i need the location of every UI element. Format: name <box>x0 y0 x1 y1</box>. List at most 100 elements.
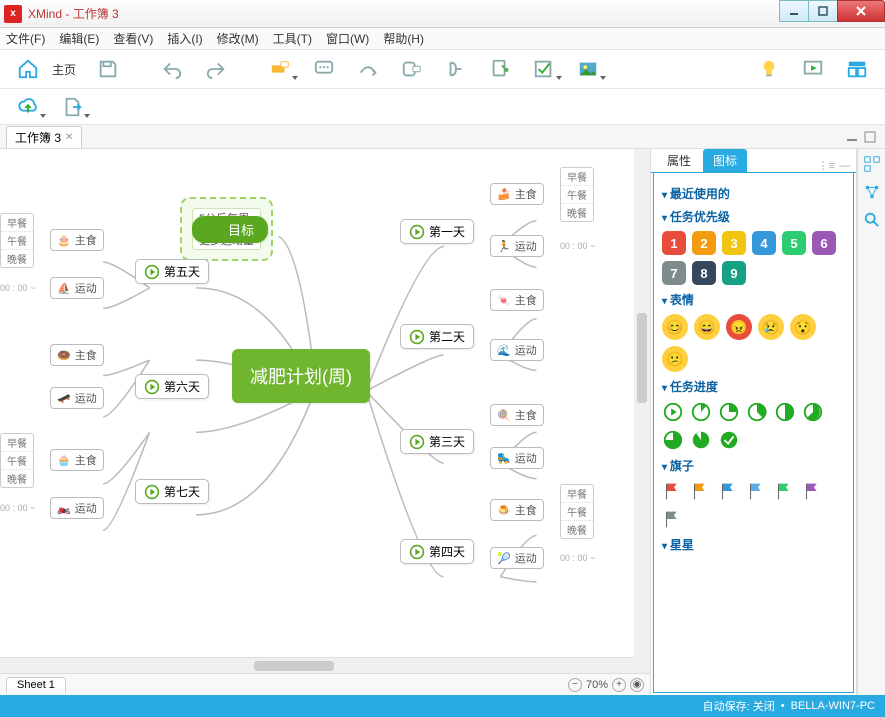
tab-attributes[interactable]: 属性 <box>657 149 701 172</box>
image-button[interactable] <box>568 54 608 84</box>
emoji-surprise[interactable]: 😯 <box>790 314 816 340</box>
progress-0[interactable] <box>662 401 684 423</box>
note-button[interactable] <box>304 54 344 84</box>
structure-icon[interactable] <box>863 183 881 201</box>
attach-button[interactable] <box>480 54 520 84</box>
priority-2[interactable]: 2 <box>692 231 716 255</box>
meals-list[interactable]: 早餐午餐晚餐 <box>0 433 34 488</box>
center-topic[interactable]: 减肥计划(周) <box>232 349 370 403</box>
cloud-upload-button[interactable] <box>8 92 48 122</box>
progress-87[interactable] <box>690 429 712 451</box>
node-sport[interactable]: ⛵ 运动 <box>50 277 104 299</box>
idea-button[interactable] <box>749 54 789 84</box>
maximize-button[interactable] <box>808 0 838 22</box>
node-food[interactable]: 🎂 主食 <box>50 229 104 251</box>
node-food[interactable]: 🍬 主食 <box>490 289 544 311</box>
node-food[interactable]: 🍭 主食 <box>490 404 544 426</box>
present-button[interactable] <box>793 54 833 84</box>
node-sport[interactable]: 🌊 运动 <box>490 339 544 361</box>
vertical-scrollbar[interactable] <box>634 149 650 695</box>
search-icon[interactable] <box>863 211 881 229</box>
section-priority[interactable]: 任务优先级 <box>662 208 845 225</box>
summary-button[interactable] <box>436 54 476 84</box>
canvas[interactable]: 减肥计划(周) 目标 5公斤每周 更多运动量 第一天 第二天 第三天 第四天 第… <box>0 149 651 695</box>
section-recent[interactable]: 最近使用的 <box>662 185 845 202</box>
menu-modify[interactable]: 修改(M) <box>217 30 259 47</box>
emoji-meh[interactable]: 😕 <box>662 346 688 372</box>
flag-purple[interactable] <box>802 480 824 502</box>
node-sport[interactable]: 🏍️ 运动 <box>50 497 104 519</box>
priority-8[interactable]: 8 <box>692 261 716 285</box>
emoji-grin[interactable]: 😄 <box>694 314 720 340</box>
node-day6[interactable]: 第六天 <box>135 374 209 399</box>
maximize-pane-icon[interactable] <box>863 130 877 144</box>
task-button[interactable] <box>524 54 564 84</box>
home-button[interactable] <box>8 54 48 84</box>
section-progress[interactable]: 任务进度 <box>662 378 845 395</box>
menu-tools[interactable]: 工具(T) <box>273 30 312 47</box>
undo-button[interactable] <box>152 54 192 84</box>
goal-node[interactable]: 目标 <box>192 216 268 243</box>
menu-window[interactable]: 窗口(W) <box>326 30 369 47</box>
flag-red[interactable] <box>662 480 684 502</box>
progress-12[interactable] <box>690 401 712 423</box>
zoom-fit-button[interactable]: ◉ <box>630 678 644 692</box>
redo-button[interactable] <box>196 54 236 84</box>
zoom-in-button[interactable]: + <box>612 678 626 692</box>
sidebar-min-icon[interactable]: — <box>839 160 850 172</box>
flag-cyan[interactable] <box>746 480 768 502</box>
layout-button[interactable] <box>837 54 877 84</box>
export-button[interactable] <box>52 92 92 122</box>
menu-view[interactable]: 查看(V) <box>113 30 153 47</box>
menu-help[interactable]: 帮助(H) <box>383 30 424 47</box>
boundary-button[interactable] <box>392 54 432 84</box>
meals-list[interactable]: 早餐午餐晚餐 <box>0 213 34 268</box>
save-button[interactable] <box>88 54 128 84</box>
priority-4[interactable]: 4 <box>752 231 776 255</box>
meals-list[interactable]: 早餐午餐晚餐 <box>560 167 594 222</box>
progress-62[interactable] <box>802 401 824 423</box>
node-day1[interactable]: 第一天 <box>400 219 474 244</box>
section-stars[interactable]: 星星 <box>662 536 845 553</box>
menu-insert[interactable]: 插入(I) <box>167 30 202 47</box>
emoji-cry[interactable]: 😢 <box>758 314 784 340</box>
minimize-pane-icon[interactable] <box>845 130 859 144</box>
menu-file[interactable]: 文件(F) <box>6 30 45 47</box>
progress-75[interactable] <box>662 429 684 451</box>
goal-boundary[interactable]: 目标 5公斤每周 更多运动量 <box>180 197 273 261</box>
section-emotion[interactable]: 表情 <box>662 291 845 308</box>
meals-list[interactable]: 早餐午餐晚餐 <box>560 484 594 539</box>
close-button[interactable] <box>837 0 885 22</box>
menu-edit[interactable]: 编辑(E) <box>59 30 99 47</box>
node-food[interactable]: 🍩 主食 <box>50 344 104 366</box>
progress-37[interactable] <box>746 401 768 423</box>
section-flags[interactable]: 旗子 <box>662 457 845 474</box>
outline-icon[interactable] <box>863 155 881 173</box>
flag-orange[interactable] <box>690 480 712 502</box>
priority-3[interactable]: 3 <box>722 231 746 255</box>
flag-green[interactable] <box>774 480 796 502</box>
node-food[interactable]: 🍮 主食 <box>490 499 544 521</box>
zoom-out-button[interactable]: − <box>568 678 582 692</box>
progress-25[interactable] <box>718 401 740 423</box>
tab-workbook[interactable]: 工作簿 3 ✕ <box>6 126 82 148</box>
tab-icons[interactable]: 图标 <box>703 149 747 172</box>
node-food[interactable]: 🧁 主食 <box>50 449 104 471</box>
priority-9[interactable]: 9 <box>722 261 746 285</box>
sidebar-menu-icon[interactable]: ⋮≡ <box>818 159 835 172</box>
node-day7[interactable]: 第七天 <box>135 479 209 504</box>
sheet-tab[interactable]: Sheet 1 <box>6 677 66 692</box>
emoji-angry[interactable]: 😠 <box>726 314 752 340</box>
node-day3[interactable]: 第三天 <box>400 429 474 454</box>
node-sport[interactable]: 🏃 运动 <box>490 235 544 257</box>
node-day2[interactable]: 第二天 <box>400 324 474 349</box>
priority-6[interactable]: 6 <box>812 231 836 255</box>
node-day5[interactable]: 第五天 <box>135 259 209 284</box>
node-food[interactable]: 🍰 主食 <box>490 183 544 205</box>
priority-7[interactable]: 7 <box>662 261 686 285</box>
progress-50[interactable] <box>774 401 796 423</box>
topic-button[interactable] <box>260 54 300 84</box>
flag-gray[interactable] <box>662 508 684 530</box>
node-sport[interactable]: 🎾 运动 <box>490 547 544 569</box>
emoji-smile[interactable]: 😊 <box>662 314 688 340</box>
